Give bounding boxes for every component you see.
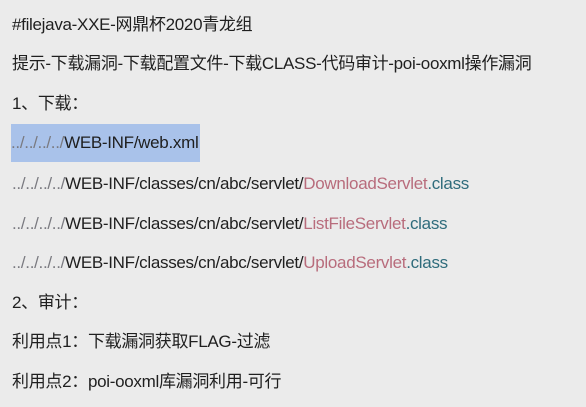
section-download-heading: 1、下载： — [12, 94, 88, 113]
path-dir: WEB-INF/web.xml — [64, 133, 199, 152]
class-name: ListFileServlet — [303, 214, 406, 233]
section-audit-heading: 2、审计： — [12, 293, 88, 312]
path-web-xml-selected[interactable]: ../../../../WEB-INF/web.xml — [11, 124, 201, 162]
class-name: DownloadServlet — [303, 174, 428, 193]
note-title: #filejava-XXE-网鼎杯2020青龙组 — [12, 15, 253, 34]
exploit-point-1: 利用点1：下载漏洞获取FLAG-过滤 — [12, 332, 271, 351]
class-ext: .class — [405, 214, 448, 233]
path-prefix: ../../../../ — [12, 214, 66, 233]
path-prefix: ../../../../ — [12, 174, 66, 193]
path-download-servlet[interactable]: ../../../../WEB-INF/classes/cn/abc/servl… — [12, 173, 469, 195]
path-listfile-servlet[interactable]: ../../../../WEB-INF/classes/cn/abc/servl… — [12, 213, 448, 235]
path-upload-servlet[interactable]: ../../../../WEB-INF/classes/cn/abc/servl… — [12, 252, 448, 274]
class-ext: .class — [406, 253, 448, 272]
hint-text: 提示-下载漏洞-下载配置文件-下载CLASS-代码审计-poi-ooxml操作漏… — [12, 54, 532, 73]
path-dir: WEB-INF/classes/cn/abc/servlet/ — [65, 174, 304, 193]
path-dir: WEB-INF/classes/cn/abc/servlet/ — [65, 214, 304, 233]
exploit-point-2: 利用点2：poi-ooxml库漏洞利用-可行 — [12, 372, 282, 391]
path-dir: WEB-INF/classes/cn/abc/servlet/ — [65, 253, 304, 272]
path-prefix: ../../../../ — [11, 133, 65, 152]
path-prefix: ../../../../ — [12, 253, 66, 272]
class-ext: .class — [427, 174, 469, 193]
class-name: UploadServlet — [303, 253, 407, 272]
